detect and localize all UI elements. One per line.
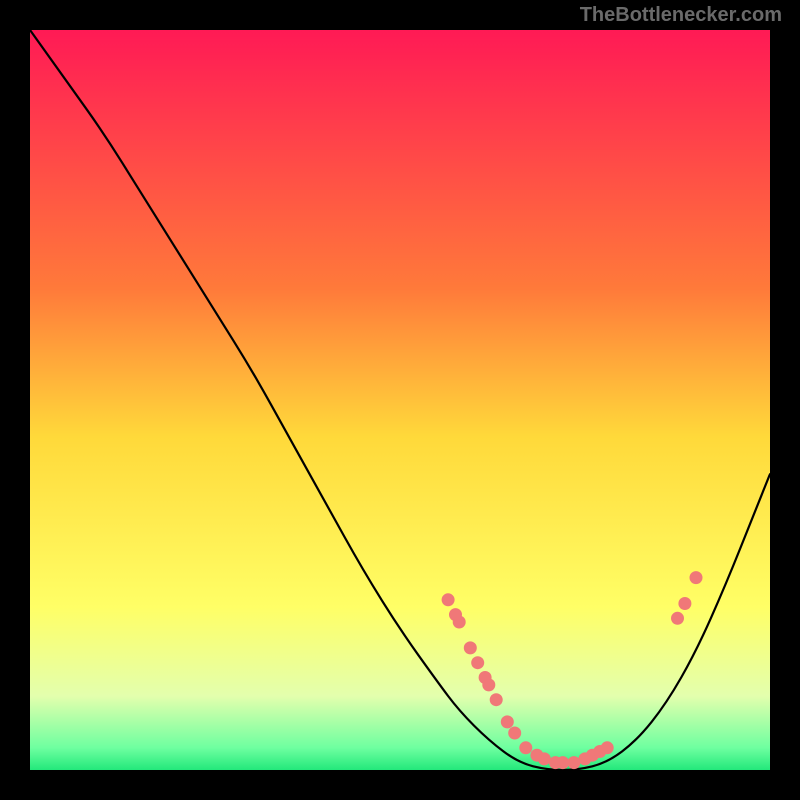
data-marker bbox=[678, 597, 691, 610]
data-marker bbox=[482, 678, 495, 691]
data-marker bbox=[471, 656, 484, 669]
data-marker bbox=[671, 612, 684, 625]
data-marker bbox=[501, 715, 514, 728]
data-marker bbox=[690, 571, 703, 584]
data-marker bbox=[556, 756, 569, 769]
data-marker bbox=[490, 693, 503, 706]
data-marker bbox=[601, 741, 614, 754]
data-marker bbox=[519, 741, 532, 754]
data-marker bbox=[567, 756, 580, 769]
data-marker bbox=[538, 752, 551, 765]
data-marker bbox=[464, 641, 477, 654]
data-marker bbox=[508, 727, 521, 740]
data-marker bbox=[453, 616, 466, 629]
watermark-text: TheBottlenecker.com bbox=[580, 4, 782, 27]
chart-plot-area bbox=[30, 30, 770, 770]
chart-svg bbox=[30, 30, 770, 770]
chart-background bbox=[30, 30, 770, 770]
data-marker bbox=[442, 593, 455, 606]
